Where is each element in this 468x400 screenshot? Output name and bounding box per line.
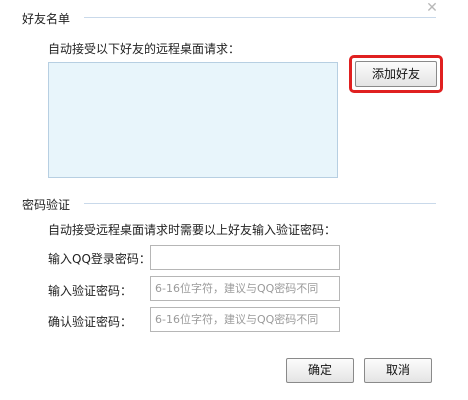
verify-password-input[interactable]: [150, 276, 340, 301]
cancel-button[interactable]: 取消: [364, 358, 432, 383]
add-friend-button[interactable]: 添加好友: [355, 61, 437, 87]
section-divider: [84, 203, 436, 204]
confirm-password-input[interactable]: [150, 307, 340, 332]
friend-list-section-title: 好友名单: [22, 12, 71, 26]
qq-login-password-input[interactable]: [150, 245, 340, 270]
friend-list-box[interactable]: [48, 62, 338, 178]
password-section-title: 密码验证: [22, 198, 71, 212]
ok-button[interactable]: 确定: [286, 358, 354, 383]
close-icon[interactable]: ✕: [424, 0, 440, 16]
qq-login-password-label: 输入QQ登录密码：: [48, 252, 151, 266]
section-divider: [84, 17, 436, 18]
verify-password-label: 输入验证密码：: [48, 284, 133, 298]
confirm-password-label: 确认验证密码：: [48, 315, 133, 329]
friend-list-description: 自动接受以下好友的远程桌面请求：: [48, 42, 241, 56]
password-description: 自动接受远程桌面请求时需要以上好友输入验证密码：: [48, 223, 337, 237]
